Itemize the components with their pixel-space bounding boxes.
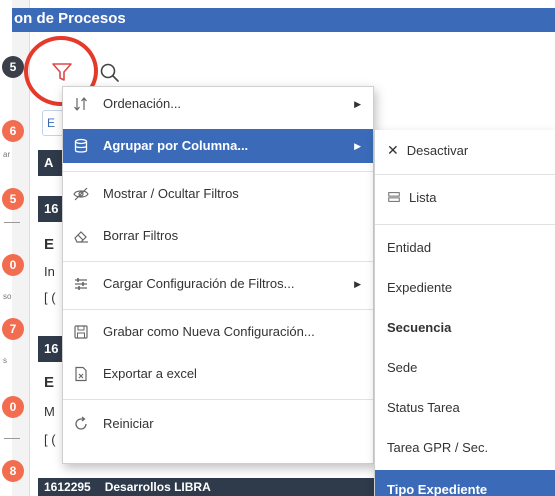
rail-badge[interactable]: 5 xyxy=(2,188,24,210)
rail-badge[interactable]: 6 xyxy=(2,120,24,142)
list-icon xyxy=(388,192,400,202)
menu-item-ordenacion[interactable]: Ordenación... ▶ xyxy=(63,87,373,121)
menu-item-label: Reiniciar xyxy=(103,416,154,431)
submenu-item-status-tarea[interactable]: Status Tarea xyxy=(375,388,555,428)
group-by-submenu: ✕ Desactivar Lista Entidad Expediente Sec… xyxy=(374,130,555,496)
menu-item-reiniciar[interactable]: Reiniciar xyxy=(63,407,373,441)
submenu-item-secuencia[interactable]: Secuencia xyxy=(375,308,555,348)
page-title: on de Procesos xyxy=(12,8,555,32)
menu-item-agrupar[interactable]: Agrupar por Columna... ▶ xyxy=(63,129,373,163)
record-id: 1612295 xyxy=(44,480,91,494)
submenu-item-sede[interactable]: Sede xyxy=(375,348,555,388)
menu-item-mostrar-ocultar[interactable]: Mostrar / Ocultar Filtros xyxy=(63,177,373,211)
menu-item-exportar-excel[interactable]: Exportar a excel xyxy=(63,357,373,391)
submenu-divider xyxy=(375,174,555,175)
close-icon: ✕ xyxy=(387,142,399,158)
record-bar[interactable]: 1612295 Desarrollos LIBRA xyxy=(38,478,378,496)
menu-divider xyxy=(63,171,373,172)
submenu-item-lista[interactable]: Lista xyxy=(375,178,555,218)
menu-item-borrar-filtros[interactable]: Borrar Filtros xyxy=(63,219,373,253)
rail-divider xyxy=(4,222,20,223)
submenu-arrow-icon: ▶ xyxy=(354,99,361,109)
rail-badge[interactable]: 7 xyxy=(2,318,24,340)
submenu-item-tipo-expediente[interactable]: Tipo Expediente xyxy=(375,470,555,496)
menu-item-label: Borrar Filtros xyxy=(103,228,179,243)
record-name: Desarrollos LIBRA xyxy=(104,480,211,494)
sort-icon xyxy=(74,97,87,111)
menu-item-label: Grabar como Nueva Configuración... xyxy=(103,324,315,339)
eraser-icon xyxy=(74,231,88,243)
context-menu: Ordenación... ▶ Agrupar por Columna... ▶… xyxy=(62,86,374,464)
menu-item-cargar-configuracion[interactable]: Cargar Configuración de Filtros... ▶ xyxy=(63,267,373,301)
submenu-item-tarea-gpr[interactable]: Tarea GPR / Sec. xyxy=(375,428,555,468)
card-text: [ ( xyxy=(44,432,56,447)
menu-item-grabar-configuracion[interactable]: Grabar como Nueva Configuración... xyxy=(63,315,373,349)
file-excel-icon xyxy=(75,366,87,382)
rail-divider xyxy=(4,438,20,439)
submenu-item-entidad[interactable]: Entidad xyxy=(375,228,555,268)
menu-divider xyxy=(63,399,373,400)
menu-item-label: Ordenación... xyxy=(103,96,182,111)
menu-divider xyxy=(63,309,373,310)
submenu-item-desactivar[interactable]: ✕ Desactivar xyxy=(375,130,555,170)
submenu-arrow-icon: ▶ xyxy=(354,141,361,151)
database-icon xyxy=(74,138,88,153)
card-text: [ ( xyxy=(44,290,56,305)
menu-divider xyxy=(63,261,373,262)
menu-item-label: Agrupar por Columna... xyxy=(103,138,249,153)
submenu-divider xyxy=(375,224,555,225)
submenu-arrow-icon: ▶ xyxy=(354,279,361,289)
submenu-item-expediente[interactable]: Expediente xyxy=(375,268,555,308)
menu-item-label: Exportar a excel xyxy=(103,366,197,381)
rail-badge[interactable]: 0 xyxy=(2,254,24,276)
rail-label: s xyxy=(3,356,7,365)
rail-label: so xyxy=(3,292,12,301)
menu-item-label: Mostrar / Ocultar Filtros xyxy=(103,186,239,201)
card-text: M xyxy=(44,404,55,419)
eye-slash-icon xyxy=(73,187,89,201)
reset-icon xyxy=(75,416,87,430)
submenu-item-label: Desactivar xyxy=(406,143,469,158)
card-text: E xyxy=(44,374,55,391)
rail-badge[interactable]: 0 xyxy=(2,396,24,418)
search-icon[interactable] xyxy=(98,61,122,85)
rail-label: ar xyxy=(3,150,11,159)
card-text: E xyxy=(44,236,55,253)
save-icon xyxy=(74,325,88,339)
sliders-icon xyxy=(75,278,87,290)
menu-item-label: Cargar Configuración de Filtros... xyxy=(103,276,295,291)
rail-badge[interactable]: 5 xyxy=(2,56,24,78)
card-text: In xyxy=(44,264,55,279)
rail-badge[interactable]: 8 xyxy=(2,460,24,482)
submenu-item-label: Lista xyxy=(409,190,437,205)
